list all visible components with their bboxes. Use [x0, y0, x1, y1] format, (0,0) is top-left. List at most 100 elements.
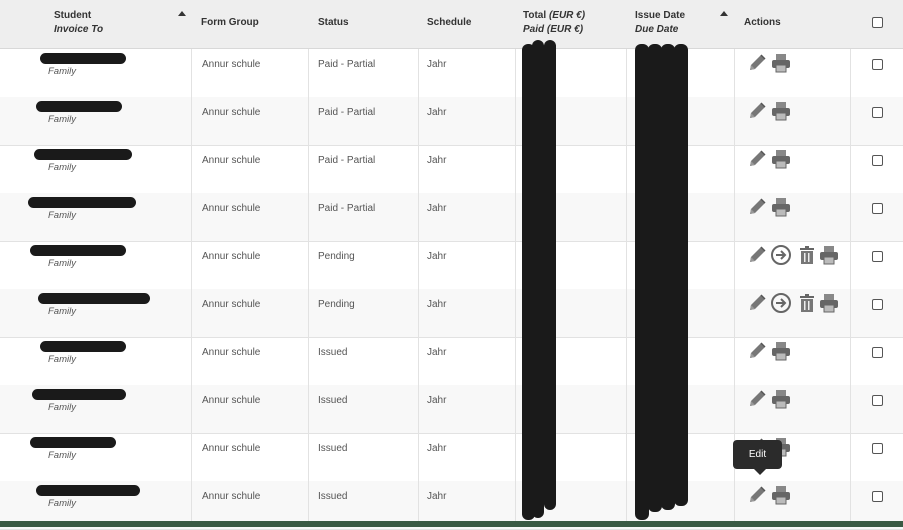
invoice-to-header-label: Invoice To — [54, 24, 104, 35]
edit-icon[interactable] — [746, 388, 768, 410]
row-select-checkbox[interactable] — [872, 251, 883, 262]
form-group-column-header[interactable]: Form Group — [201, 17, 259, 28]
invoice-to-label: Family — [48, 498, 76, 509]
print-icon[interactable] — [770, 196, 792, 218]
redaction-mark — [648, 44, 662, 512]
schedule-cell: Jahr — [427, 251, 447, 262]
student-name-redaction — [40, 53, 126, 64]
student-name-redaction — [36, 485, 140, 496]
table-row[interactable]: Family Annur schule Pending Jahr — [0, 289, 903, 338]
column-divider — [515, 49, 516, 521]
schedule-cell: Jahr — [427, 299, 447, 310]
row-select-checkbox[interactable] — [872, 443, 883, 454]
sort-ascending-icon[interactable] — [720, 11, 728, 16]
schedule-cell: Jahr — [427, 59, 447, 70]
table-row[interactable]: Family Annur schule Paid - Partial Jahr — [0, 97, 903, 146]
total-currency-label: (EUR €) — [548, 10, 586, 21]
row-select-checkbox[interactable] — [872, 203, 883, 214]
column-divider — [191, 49, 192, 521]
select-all-checkbox[interactable] — [872, 17, 883, 28]
student-name-redaction — [30, 437, 116, 448]
issue-icon[interactable] — [770, 292, 792, 314]
form-group-cell: Annur schule — [202, 443, 261, 454]
form-group-cell: Annur schule — [202, 203, 261, 214]
table-row[interactable]: Family Annur schule Issued Jahr — [0, 385, 903, 434]
schedule-cell: Jahr — [427, 443, 447, 454]
invoice-to-label: Family — [48, 210, 76, 221]
redaction-mark — [674, 44, 688, 506]
column-divider — [626, 49, 627, 521]
schedule-cell: Jahr — [427, 395, 447, 406]
form-group-cell: Annur schule — [202, 491, 261, 502]
print-icon[interactable] — [770, 52, 792, 74]
column-divider — [308, 49, 309, 521]
edit-icon[interactable] — [746, 340, 768, 362]
edit-icon[interactable] — [746, 52, 768, 74]
row-select-checkbox[interactable] — [872, 299, 883, 310]
table-row[interactable]: Family Annur schule Issued Jahr — [0, 337, 903, 386]
print-icon[interactable] — [818, 292, 840, 314]
form-group-cell: Annur schule — [202, 299, 261, 310]
delete-icon[interactable] — [796, 292, 818, 314]
redaction-mark — [635, 44, 649, 520]
edit-icon[interactable] — [746, 484, 768, 506]
print-icon[interactable] — [818, 244, 840, 266]
status-cell: Issued — [318, 491, 348, 502]
column-divider — [850, 49, 851, 521]
print-icon[interactable] — [770, 340, 792, 362]
invoice-to-label: Family — [48, 402, 76, 413]
edit-icon[interactable] — [746, 100, 768, 122]
row-select-checkbox[interactable] — [872, 155, 883, 166]
invoice-to-label: Family — [48, 114, 76, 125]
row-select-checkbox[interactable] — [872, 107, 883, 118]
schedule-column-header[interactable]: Schedule — [427, 17, 471, 28]
row-select-checkbox[interactable] — [872, 491, 883, 502]
student-name-redaction — [32, 389, 126, 400]
status-cell: Pending — [318, 299, 355, 310]
status-cell: Paid - Partial — [318, 155, 376, 166]
status-cell: Issued — [318, 443, 348, 454]
student-column-header[interactable]: Student Invoice To — [54, 10, 103, 35]
delete-icon[interactable] — [796, 244, 818, 266]
table-row[interactable]: Family Annur schule Paid - Partial Jahr — [0, 49, 903, 98]
student-name-redaction — [28, 197, 136, 208]
actions-column-header: Actions — [744, 17, 781, 28]
student-name-redaction — [36, 101, 122, 112]
schedule-cell: Jahr — [427, 155, 447, 166]
print-icon[interactable] — [770, 484, 792, 506]
status-column-header[interactable]: Status — [318, 17, 349, 28]
table-row[interactable]: Family Annur schule Pending Jahr — [0, 241, 903, 290]
issue-icon[interactable] — [770, 244, 792, 266]
row-select-checkbox[interactable] — [872, 347, 883, 358]
student-name-redaction — [34, 149, 132, 160]
total-column-header[interactable]: Total (EUR €) Paid (EUR €) — [523, 10, 585, 35]
redaction-mark — [661, 44, 675, 510]
edit-icon[interactable] — [746, 292, 768, 314]
due-date-header-label: Due Date — [635, 24, 679, 35]
schedule-cell: Jahr — [427, 491, 447, 502]
issue-date-column-header[interactable]: Issue Date Due Date — [635, 10, 685, 35]
student-header-label: Student — [54, 10, 92, 21]
invoice-to-label: Family — [48, 162, 76, 173]
print-icon[interactable] — [770, 100, 792, 122]
edit-icon[interactable] — [746, 148, 768, 170]
row-select-checkbox[interactable] — [872, 59, 883, 70]
invoice-to-label: Family — [48, 450, 76, 461]
table-row[interactable]: Family Annur schule Paid - Partial Jahr — [0, 145, 903, 194]
sort-ascending-icon[interactable] — [178, 11, 186, 16]
edit-icon[interactable] — [746, 244, 768, 266]
print-icon[interactable] — [770, 148, 792, 170]
form-group-cell: Annur schule — [202, 347, 261, 358]
issue-date-header-label: Issue Date — [635, 10, 686, 21]
student-name-redaction — [30, 245, 126, 256]
student-name-redaction — [40, 341, 126, 352]
status-cell: Issued — [318, 395, 348, 406]
print-icon[interactable] — [770, 388, 792, 410]
status-cell: Pending — [318, 251, 355, 262]
row-select-checkbox[interactable] — [872, 395, 883, 406]
form-group-cell: Annur schule — [202, 59, 261, 70]
edit-icon[interactable] — [746, 196, 768, 218]
table-row[interactable]: Family Annur schule Paid - Partial Jahr — [0, 193, 903, 242]
paid-currency-label: (EUR €) — [546, 24, 584, 35]
form-group-cell: Annur schule — [202, 155, 261, 166]
